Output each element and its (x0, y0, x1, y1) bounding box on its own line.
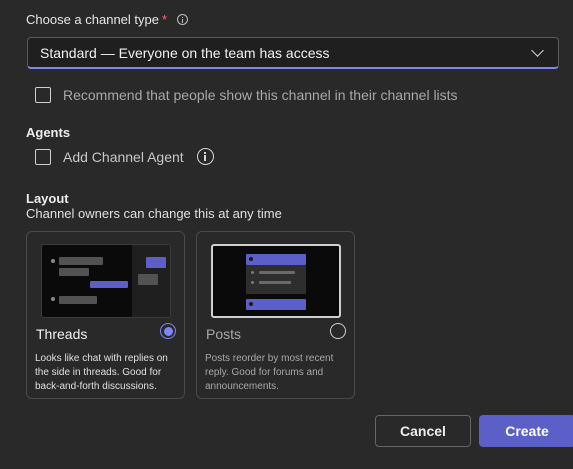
threads-title: Threads (36, 326, 88, 342)
add-agent-checkbox-row[interactable]: Add Channel Agent (35, 148, 214, 165)
channel-type-select[interactable]: Standard — Everyone on the team has acce… (27, 37, 559, 69)
add-agent-checkbox[interactable] (35, 148, 51, 165)
channel-type-label-text: Choose a channel type (26, 12, 159, 27)
info-icon[interactable] (196, 148, 214, 165)
recommend-checkbox-row[interactable]: Recommend that people show this channel … (35, 87, 458, 103)
chevron-down-icon (531, 43, 544, 57)
recommend-label: Recommend that people show this channel … (63, 87, 458, 103)
agents-title: Agents (26, 125, 71, 140)
threads-description: Looks like chat with replies on the side… (35, 353, 168, 392)
layout-title: Layout (26, 191, 69, 206)
layout-option-threads[interactable]: Threads Looks like chat with replies on … (26, 231, 185, 399)
posts-preview-image (211, 244, 341, 318)
threads-preview-image (41, 244, 171, 318)
channel-type-label: Choose a channel type * (26, 12, 189, 27)
recommend-checkbox[interactable] (35, 87, 51, 103)
cancel-button[interactable]: Cancel (375, 415, 471, 447)
info-icon[interactable] (177, 14, 189, 25)
posts-description: Posts reorder by most recent reply. Good… (205, 353, 334, 392)
posts-radio[interactable] (330, 323, 346, 339)
channel-type-value: Standard — Everyone on the team has acce… (40, 44, 330, 61)
layout-subtitle: Channel owners can change this at any ti… (26, 206, 282, 221)
threads-radio[interactable] (160, 323, 176, 339)
create-button[interactable]: Create (479, 415, 573, 447)
add-agent-label: Add Channel Agent (63, 148, 184, 165)
layout-option-posts[interactable]: Posts Posts reorder by most recent reply… (196, 231, 355, 399)
posts-title: Posts (206, 326, 242, 342)
required-marker: * (161, 12, 168, 27)
